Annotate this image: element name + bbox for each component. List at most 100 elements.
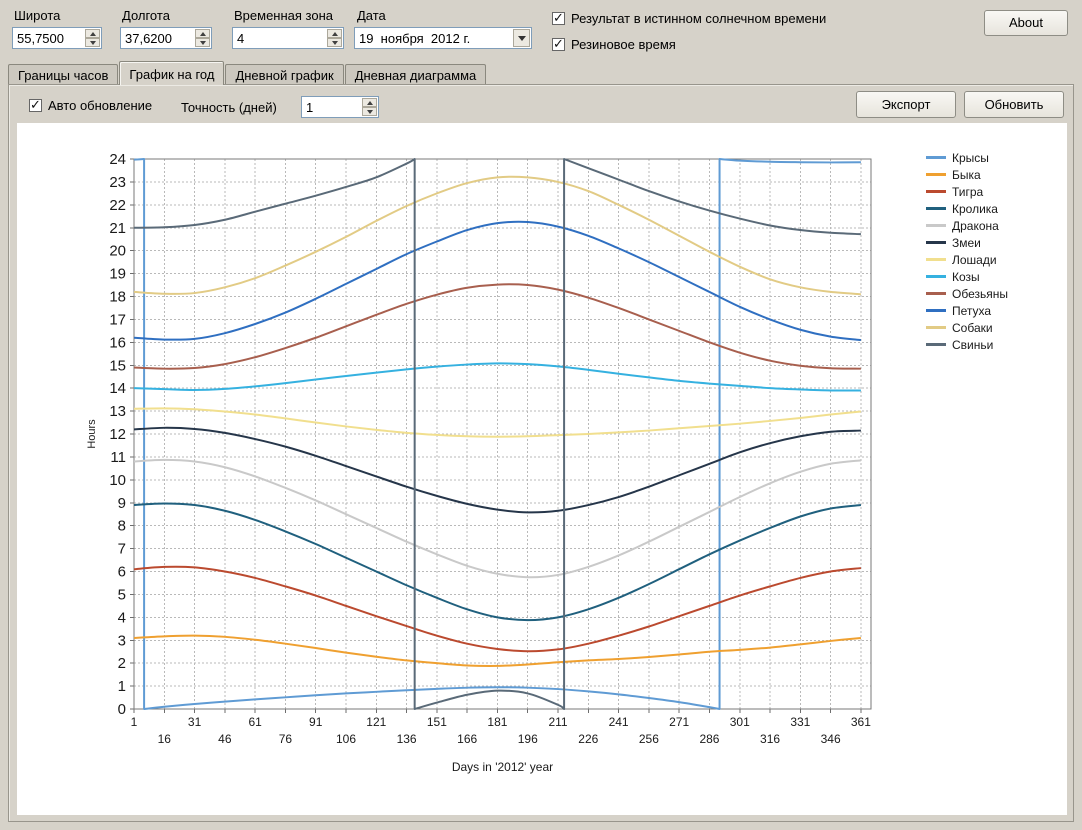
svg-text:21: 21 xyxy=(109,220,126,237)
latitude-label: Широта xyxy=(14,8,60,23)
legend-label: Обезьяны xyxy=(952,287,1008,301)
svg-text:181: 181 xyxy=(487,715,507,729)
export-button[interactable]: Экспорт xyxy=(856,91,956,118)
svg-text:4: 4 xyxy=(118,609,126,626)
legend-line-icon xyxy=(926,173,946,176)
timezone-spinner xyxy=(327,28,343,48)
svg-text:19: 19 xyxy=(109,266,126,283)
svg-text:106: 106 xyxy=(336,732,356,746)
legend-item: Обезьяны xyxy=(926,285,1064,302)
rubber-time-checkbox-label: Резиновое время xyxy=(571,37,676,52)
rubber-time-checkbox[interactable]: Резиновое время xyxy=(552,37,676,52)
legend-item: Дракона xyxy=(926,217,1064,234)
legend-line-icon xyxy=(926,190,946,193)
timezone-input[interactable]: 4 xyxy=(232,27,344,49)
svg-text:22: 22 xyxy=(109,197,126,214)
latitude-value: 55,7500 xyxy=(13,28,85,48)
legend-line-icon xyxy=(926,343,946,346)
svg-text:166: 166 xyxy=(457,732,477,746)
legend-line-icon xyxy=(926,156,946,159)
date-dropdown-icon[interactable] xyxy=(513,29,530,47)
latitude-input[interactable]: 55,7500 xyxy=(12,27,102,49)
legend-item: Лошади xyxy=(926,251,1064,268)
about-button[interactable]: About xyxy=(984,10,1068,36)
longitude-spin-down-icon[interactable] xyxy=(195,38,210,47)
legend-label: Лошади xyxy=(952,253,997,267)
refresh-button[interactable]: Обновить xyxy=(964,91,1064,118)
latitude-spin-up-icon[interactable] xyxy=(85,29,100,38)
timezone-value: 4 xyxy=(233,28,327,48)
svg-text:15: 15 xyxy=(109,357,126,374)
legend-line-icon xyxy=(926,258,946,261)
svg-text:0: 0 xyxy=(118,701,126,718)
svg-text:316: 316 xyxy=(760,732,780,746)
svg-text:286: 286 xyxy=(699,732,719,746)
longitude-input[interactable]: 37,6200 xyxy=(120,27,212,49)
longitude-spin-up-icon[interactable] xyxy=(195,29,210,38)
svg-text:5: 5 xyxy=(118,586,126,603)
chart-panel: 0123456789101112131415161718192021222324… xyxy=(17,123,1067,815)
legend-item: Свиньи xyxy=(926,336,1064,353)
precision-value: 1 xyxy=(302,97,362,117)
svg-text:271: 271 xyxy=(669,715,689,729)
svg-text:91: 91 xyxy=(309,715,323,729)
precision-spin-up-icon[interactable] xyxy=(362,98,377,107)
auto-update-checkbox-label: Авто обновление xyxy=(48,98,152,113)
timezone-spin-up-icon[interactable] xyxy=(327,29,342,38)
checkmark-icon xyxy=(552,38,565,51)
legend-item: Козы xyxy=(926,268,1064,285)
legend-line-icon xyxy=(926,241,946,244)
legend-item: Собаки xyxy=(926,319,1064,336)
year-chart-svg: 0123456789101112131415161718192021222324… xyxy=(17,123,1067,815)
svg-text:301: 301 xyxy=(730,715,750,729)
svg-text:10: 10 xyxy=(109,472,126,489)
svg-text:361: 361 xyxy=(851,715,871,729)
legend-item: Петуха xyxy=(926,302,1064,319)
svg-text:151: 151 xyxy=(427,715,447,729)
svg-text:7: 7 xyxy=(118,541,126,558)
legend-label: Быка xyxy=(952,168,981,182)
svg-text:17: 17 xyxy=(109,311,126,328)
legend-label: Дракона xyxy=(952,219,999,233)
tab-year-graph[interactable]: График на год xyxy=(119,61,224,85)
svg-text:16: 16 xyxy=(109,334,126,351)
legend-item: Крысы xyxy=(926,149,1064,166)
svg-text:226: 226 xyxy=(578,732,598,746)
longitude-value: 37,6200 xyxy=(121,28,195,48)
legend-label: Петуха xyxy=(952,304,991,318)
svg-text:3: 3 xyxy=(118,632,126,649)
tab-day-graph[interactable]: Дневной график xyxy=(225,64,343,84)
svg-text:136: 136 xyxy=(397,732,417,746)
latitude-spinner xyxy=(85,28,101,48)
date-value: 19 ноября 2012 г. xyxy=(355,28,512,48)
legend-item: Кролика xyxy=(926,200,1064,217)
tab-hour-bounds[interactable]: Границы часов xyxy=(8,64,118,84)
latitude-spin-down-icon[interactable] xyxy=(85,38,100,47)
svg-text:23: 23 xyxy=(109,174,126,191)
legend-line-icon xyxy=(926,224,946,227)
legend-item: Тигра xyxy=(926,183,1064,200)
chart-legend: Крысы БыкаТигра Кролика ДраконаЗмеи ЛошадиКо… xyxy=(926,149,1064,353)
svg-text:346: 346 xyxy=(821,732,841,746)
timezone-spin-down-icon[interactable] xyxy=(327,38,342,47)
tab-page-year-graph: Авто обновление Точность (дней) 1 Экспор… xyxy=(8,84,1074,822)
legend-item: Змеи xyxy=(926,234,1064,251)
legend-item: Быка xyxy=(926,166,1064,183)
svg-text:13: 13 xyxy=(109,403,126,420)
svg-text:24: 24 xyxy=(109,151,126,168)
auto-update-checkbox[interactable]: Авто обновление xyxy=(29,98,152,113)
svg-text:Days in '2012' year: Days in '2012' year xyxy=(452,760,553,774)
true-solar-checkbox[interactable]: Результат в истинном солнечном времени xyxy=(552,11,826,26)
tab-strip: Границы часов График на год Дневной граф… xyxy=(8,61,487,84)
svg-text:16: 16 xyxy=(158,732,172,746)
tab-day-diagram[interactable]: Дневная диаграмма xyxy=(345,64,487,84)
svg-text:12: 12 xyxy=(109,426,126,443)
svg-text:20: 20 xyxy=(109,243,126,260)
svg-text:46: 46 xyxy=(218,732,232,746)
svg-text:241: 241 xyxy=(609,715,629,729)
precision-spin-down-icon[interactable] xyxy=(362,107,377,116)
date-picker[interactable]: 19 ноября 2012 г. xyxy=(354,27,532,49)
svg-text:196: 196 xyxy=(518,732,538,746)
precision-input[interactable]: 1 xyxy=(301,96,379,118)
legend-label: Кролика xyxy=(952,202,998,216)
